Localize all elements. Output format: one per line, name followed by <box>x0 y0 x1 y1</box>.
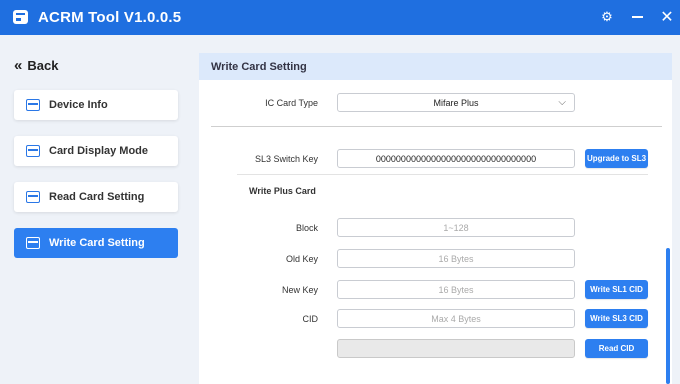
sidebar-item-label: Write Card Setting <box>49 237 145 249</box>
back-button[interactable]: « Back <box>14 57 58 74</box>
new-key-label: New Key <box>281 285 318 295</box>
panel-title: Write Card Setting <box>199 53 672 80</box>
block-label: Block <box>295 223 318 233</box>
app-logo-icon <box>13 10 28 24</box>
sidebar-item-write-card-setting[interactable]: Write Card Setting <box>14 228 178 258</box>
old-key-input[interactable]: 16 Bytes <box>337 249 575 268</box>
close-icon[interactable]: ✕ <box>656 6 678 28</box>
cid-label: CID <box>302 314 319 324</box>
read-cid-button[interactable]: Read CID <box>585 339 648 358</box>
cid-placeholder: Max 4 Bytes <box>431 313 481 324</box>
sidebar-item-label: Device Info <box>49 99 108 111</box>
double-chevron-left-icon: « <box>14 57 23 74</box>
sidebar-item-label: Read Card Setting <box>49 191 145 203</box>
sl3-switch-key-value: 00000000000000000000000000000000 <box>375 153 537 164</box>
chevron-down-icon: ⌵ <box>558 97 566 108</box>
back-label: Back <box>27 58 59 73</box>
block-input[interactable]: 1~128 <box>337 218 575 237</box>
new-key-placeholder: 16 Bytes <box>438 284 474 295</box>
app-title: ACRM Tool V1.0.0.5 <box>38 9 182 26</box>
read-cid-output <box>337 339 575 358</box>
write-card-icon <box>26 237 40 249</box>
device-info-icon <box>26 99 40 111</box>
old-key-label: Old Key <box>285 254 318 264</box>
divider <box>211 126 662 127</box>
ic-card-type-select[interactable]: Mifare Plus ⌵ <box>337 93 575 112</box>
settings-gear-icon[interactable]: ⚙ <box>596 6 618 28</box>
sidebar-item-read-card-setting[interactable]: Read Card Setting <box>14 182 178 212</box>
sidebar-item-card-display-mode[interactable]: Card Display Mode <box>14 136 178 166</box>
write-plus-card-title: Write Plus Card <box>249 186 316 196</box>
title-bar: ACRM Tool V1.0.0.5 ⚙ ✕ <box>0 0 680 35</box>
old-key-placeholder: 16 Bytes <box>438 253 474 264</box>
ic-card-type-value: Mifare Plus <box>433 97 479 108</box>
write-sl1-cid-button[interactable]: Write SL1 CID <box>585 280 648 299</box>
block-placeholder: 1~128 <box>443 222 469 233</box>
write-sl3-cid-button[interactable]: Write SL3 CID <box>585 309 648 328</box>
ic-card-type-label: IC Card Type <box>265 98 318 108</box>
sidebar-item-device-info[interactable]: Device Info <box>14 90 178 120</box>
panel-scrollbar[interactable] <box>666 248 670 384</box>
sl3-switch-key-input[interactable]: 00000000000000000000000000000000 <box>337 149 575 168</box>
upgrade-to-sl3-button[interactable]: Upgrade to SL3 <box>585 149 648 168</box>
minimize-icon[interactable] <box>626 6 648 28</box>
new-key-input[interactable]: 16 Bytes <box>337 280 575 299</box>
card-display-icon <box>26 145 40 157</box>
divider <box>237 174 648 175</box>
sidebar-item-label: Card Display Mode <box>49 145 149 157</box>
sl3-switch-key-label: SL3 Switch Key <box>254 154 318 164</box>
cid-input[interactable]: Max 4 Bytes <box>337 309 575 328</box>
read-card-icon <box>26 191 40 203</box>
